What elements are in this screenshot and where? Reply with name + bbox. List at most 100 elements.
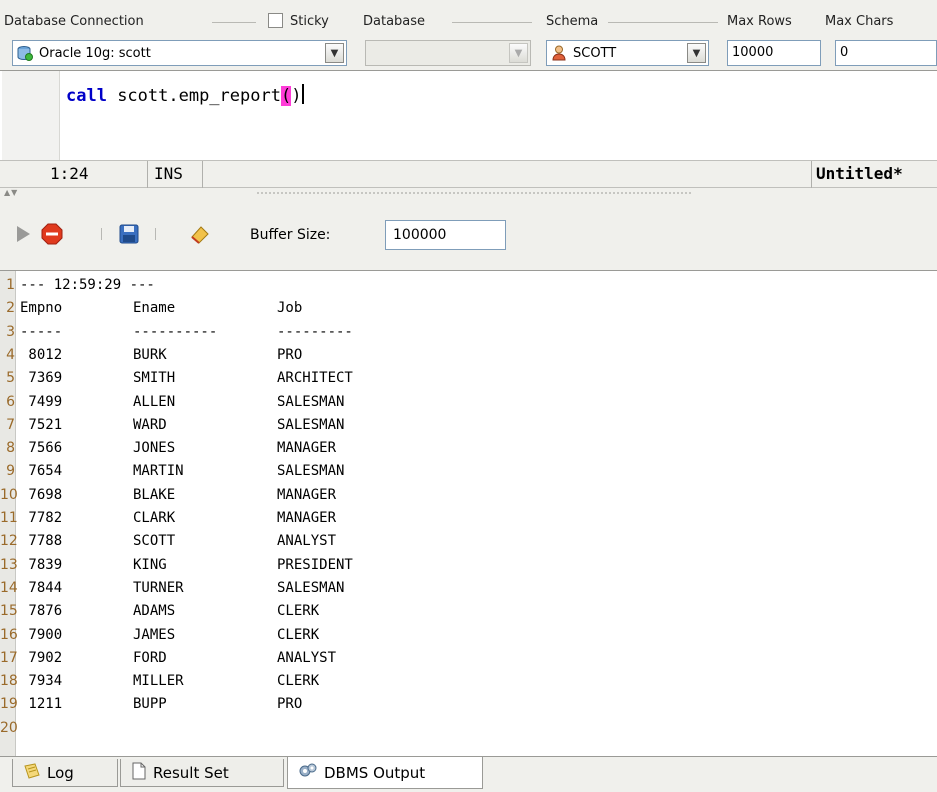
output-col-2: ADAMS — [133, 603, 176, 620]
connection-select[interactable]: Oracle 10g: scott ▼ — [12, 40, 347, 66]
output-col-2: BLAKE — [133, 486, 176, 503]
buffer-size-input[interactable]: 100000 — [385, 220, 506, 250]
status-spacer — [203, 161, 811, 188]
connection-header: Database Connection Sticky Database Sche… — [0, 0, 937, 38]
pane-splitter[interactable]: ▲▼ — [0, 188, 937, 198]
database-select[interactable]: ▼ — [365, 40, 531, 66]
schema-select[interactable]: SCOTT ▼ — [546, 40, 709, 66]
output-tabs: Log Result Set DBMS Output — [0, 756, 937, 792]
output-line: 11 7782 CLARK MANAGER — [0, 507, 937, 529]
output-col-3: PRESIDENT — [277, 556, 353, 573]
output-col-1: 7900 — [20, 626, 63, 643]
output-col-3: ARCHITECT — [277, 370, 353, 387]
output-line: 18 7934 MILLER CLERK — [0, 670, 937, 692]
line-number: 8 — [6, 440, 15, 457]
output-col-1: 7788 — [20, 533, 63, 550]
line-number: 18 — [0, 673, 18, 690]
output-col-2: JAMES — [133, 626, 176, 643]
line-number: 16 — [0, 626, 18, 643]
tab-dbms-output-label: DBMS Output — [324, 763, 426, 782]
splitter-arrows-icon[interactable]: ▲▼ — [4, 188, 18, 197]
editor-code[interactable]: call scott.emp_report() — [66, 84, 305, 106]
run-icon[interactable] — [11, 222, 35, 246]
database-connection-icon — [17, 45, 33, 61]
output-line: 15 7876 ADAMS CLERK — [0, 600, 937, 622]
output-line: 17 7902 FORD ANALYST — [0, 647, 937, 669]
output-line: 10 7698 BLAKE MANAGER — [0, 484, 937, 506]
output-line: 7 7521 WARD SALESMAN — [0, 414, 937, 436]
chevron-down-icon[interactable]: ▼ — [687, 43, 706, 63]
line-number: 4 — [6, 346, 15, 363]
output-col-2: Ename — [133, 300, 176, 317]
output-col-1: 7934 — [20, 673, 63, 690]
output-line: 16 7900 JAMES CLERK — [0, 624, 937, 646]
output-col-3: CLERK — [277, 673, 320, 690]
output-col-3: --------- — [277, 323, 353, 340]
output-col-1: ----- — [20, 323, 63, 340]
line-number: 10 — [0, 486, 18, 503]
output-line: 6 7499 ALLEN SALESMAN — [0, 391, 937, 413]
output-col-1: Empno — [20, 300, 63, 317]
line-number: 19 — [0, 696, 18, 713]
output-toolbar: Buffer Size: 100000 — [0, 198, 937, 270]
output-col-3: ANALYST — [277, 649, 337, 666]
statement-text: scott.emp_report — [106, 86, 281, 106]
output-col-3: MANAGER — [277, 486, 337, 503]
tab-log[interactable]: Log — [12, 759, 118, 787]
tab-result-set[interactable]: Result Set — [120, 759, 284, 787]
toolbar-separator — [155, 228, 156, 240]
output-col-1: 7654 — [20, 463, 63, 480]
sql-editor[interactable]: call scott.emp_report() — [0, 70, 937, 161]
output-col-1: 7876 — [20, 603, 63, 620]
line-number: 1 — [6, 277, 15, 293]
output-col-2: ---------- — [133, 323, 218, 340]
output-col-3: ANALYST — [277, 533, 337, 550]
line-number: 11 — [0, 510, 18, 526]
output-col-2: BURK — [133, 346, 167, 363]
output-line: 20 — [0, 717, 937, 739]
editor-gutter — [2, 71, 60, 161]
line-number: 15 — [0, 603, 18, 620]
dbms-output-icon — [298, 762, 318, 784]
output-col-1: 7844 — [20, 579, 63, 596]
output-col-1: 7902 — [20, 649, 63, 666]
output-col-1: 7698 — [20, 486, 63, 503]
clear-output-icon[interactable] — [188, 222, 212, 246]
line-number: 5 — [6, 370, 15, 387]
toolbar-separator — [101, 228, 102, 240]
output-line: 19 1211 BUPP PRO — [0, 693, 937, 715]
line-number: 6 — [6, 393, 15, 410]
splitter-grip[interactable] — [257, 192, 691, 194]
tab-log-label: Log — [47, 763, 74, 782]
document-name: Untitled* — [811, 161, 937, 188]
save-icon[interactable] — [117, 222, 141, 246]
output-line: 3 ----- ---------- --------- — [0, 321, 937, 343]
output-line: 12 7788 SCOTT ANALYST — [0, 530, 937, 552]
output-col-2: SCOTT — [133, 533, 176, 550]
line-number: 9 — [6, 463, 15, 480]
closing-paren: ) — [291, 86, 302, 106]
output-col-1: 7782 — [20, 510, 63, 526]
output-col-2: KING — [133, 556, 167, 573]
schema-value: SCOTT — [573, 45, 617, 61]
max-rows-label: Max Rows — [727, 14, 792, 29]
tab-dbms-output[interactable]: DBMS Output — [287, 757, 483, 789]
database-label: Database — [363, 14, 426, 29]
output-line: 14 7844 TURNER SALESMAN — [0, 577, 937, 599]
output-col-2: WARD — [133, 416, 167, 433]
sticky-checkbox[interactable] — [268, 13, 283, 28]
max-chars-input[interactable]: 0 — [835, 40, 937, 66]
chevron-down-icon[interactable]: ▼ — [509, 43, 528, 63]
max-rows-input[interactable]: 10000 — [727, 40, 821, 66]
output-col-2: FORD — [133, 649, 167, 666]
chevron-down-icon[interactable]: ▼ — [325, 43, 344, 63]
output-line: 13 7839 KING PRESIDENT — [0, 554, 937, 576]
output-col-2: SMITH — [133, 370, 176, 387]
schema-user-icon — [551, 45, 567, 61]
keyword-call: call — [66, 86, 107, 106]
output-col-2: JONES — [133, 440, 176, 457]
stop-icon[interactable] — [40, 222, 64, 246]
divider — [608, 22, 718, 23]
dbms-output-panel[interactable]: 1 --- 12:59:29 --- 2 Empno Ename Job 3 ----- ---… — [0, 270, 937, 757]
output-line: 1 --- 12:59:29 --- — [0, 274, 937, 296]
